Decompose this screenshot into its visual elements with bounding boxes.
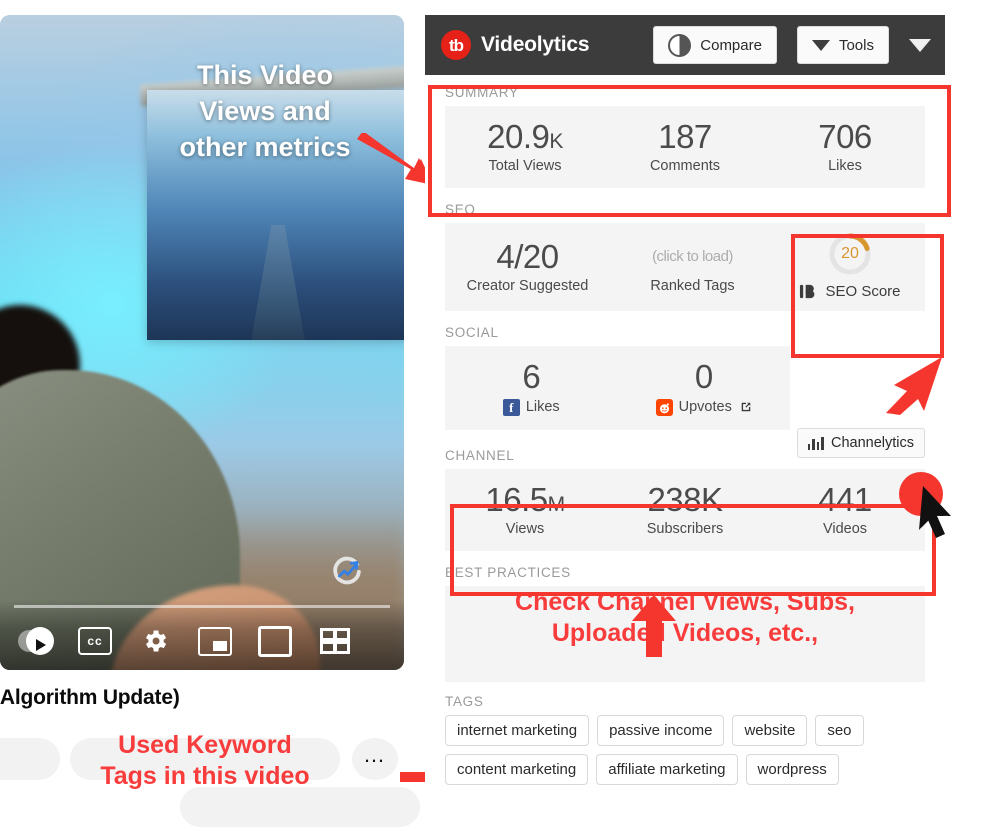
tags-section-label: TAGS — [445, 693, 484, 709]
compare-button[interactable]: Compare — [653, 26, 777, 64]
social-section-label: SOCIAL — [445, 325, 499, 341]
videolytics-panel: tb Videolytics Compare Tools SUMMARY 20.… — [425, 15, 945, 830]
annotation-this-video-views: This Video Views and other metrics — [179, 60, 351, 162]
stat-value: 238K — [647, 480, 723, 518]
stat-value: 6 — [522, 358, 541, 396]
screenshot-root: cc This Video Views and other metrics Al… — [0, 0, 1003, 830]
external-link-icon — [741, 402, 751, 412]
stat-comments: 187 Comments — [605, 118, 765, 174]
stat-ranked-tags[interactable]: (click to load) Ranked Tags — [610, 238, 775, 294]
youtube-column: cc This Video Views and other metrics Al… — [0, 0, 472, 830]
facebook-icon: f — [502, 398, 520, 416]
annotation-check-channel-stats: Check Channel Views, Subs, Uploaded Vide… — [515, 587, 855, 648]
stat-caption: Upvotes — [618, 398, 791, 416]
seo-score-gauge: 20 — [827, 231, 873, 277]
stat-caption: Total Views — [488, 158, 562, 175]
tag-chip[interactable]: wordpress — [745, 754, 839, 786]
stat-value: 441 — [818, 480, 872, 518]
fullscreen-button[interactable] — [318, 624, 352, 658]
dislike-button[interactable] — [0, 738, 60, 780]
captions-button[interactable]: cc — [78, 624, 112, 658]
summary-section-label: SUMMARY — [445, 85, 519, 100]
theater-icon — [258, 625, 292, 657]
stat-value: 4/20 — [496, 238, 559, 276]
seo-section: SEO 4/20 Creator Suggested (click to loa… — [425, 188, 945, 312]
stat-caption: Creator Suggested — [466, 278, 589, 295]
seo-section-label: SEO — [445, 202, 476, 218]
channel-stats: 16.5M Views 238K Subscribers 441 Videos — [445, 468, 925, 551]
autoplay-toggle[interactable] — [18, 624, 54, 658]
settings-button[interactable] — [138, 624, 172, 658]
fullscreen-icon — [320, 628, 350, 654]
video-controls: cc — [18, 624, 352, 658]
best-practices-section-label: BEST PRACTICES — [445, 564, 571, 580]
tags-list: internet marketing passive income website s… — [445, 714, 925, 786]
reddit-icon — [655, 398, 673, 416]
miniplayer-button[interactable] — [198, 624, 232, 658]
action-pill-secondary[interactable] — [180, 787, 420, 827]
stat-caption: Videos — [822, 520, 868, 537]
stat-likes: 706 Likes — [765, 118, 925, 174]
stat-channel-videos: 441 Videos — [765, 481, 925, 537]
tubebuddy-mini-icon — [800, 285, 815, 299]
tag-chip[interactable]: internet marketing — [445, 714, 590, 747]
stat-value: 706 — [818, 118, 872, 155]
seo-score-widget[interactable]: 20 SEO Score — [775, 223, 925, 312]
best-practices-section: BEST PRACTICES Check Channel Views, Subs… — [425, 551, 945, 682]
tag-chip[interactable]: passive income — [597, 714, 725, 747]
tag-chip[interactable]: content marketing — [445, 754, 589, 786]
seo-score-label-row: SEO Score — [799, 282, 901, 301]
stat-caption: Subscribers — [646, 520, 724, 537]
channel-watermark-icon — [333, 556, 361, 585]
chevron-down-icon — [811, 39, 830, 51]
gear-icon — [146, 630, 167, 652]
stat-value: (click to load) — [652, 248, 733, 266]
stat-value: 16.5M — [485, 480, 565, 518]
summary-stats: 20.9K Total Views 187 Comments 706 Likes — [445, 106, 925, 189]
stat-facebook-likes: 6 f Likes — [445, 358, 618, 416]
social-stats: 6 f Likes 0 Upvotes — [445, 346, 791, 430]
video-progress-bar[interactable] — [14, 605, 390, 608]
video-title: oogle Algorithm Update) — [0, 686, 180, 709]
stat-channel-subscribers: 238K Subscribers — [605, 481, 765, 537]
stat-creator-suggested: 4/20 Creator Suggested — [445, 238, 610, 294]
more-actions-button[interactable]: … — [352, 738, 398, 780]
tag-chip[interactable]: website — [732, 714, 808, 747]
seo-stats: 4/20 Creator Suggested (click to load) R… — [445, 223, 925, 312]
annotation-arrow-to-summary — [357, 133, 433, 185]
tags-section: TAGS internet marketing passive income web… — [425, 682, 945, 786]
social-section: SOCIAL 6 f Likes 0 Upvotes — [425, 311, 945, 430]
stat-caption: f Likes — [445, 398, 618, 416]
more-dots-icon: … — [363, 742, 387, 767]
tag-chip[interactable]: affiliate marketing — [596, 754, 738, 786]
stat-caption: Comments — [649, 158, 721, 175]
annotation-used-keyword-tags: Used Keyword Tags in this video — [100, 731, 310, 790]
tag-chip[interactable]: seo — [815, 714, 864, 747]
stat-caption: Ranked Tags — [650, 278, 735, 295]
seo-score-text: SEO Score — [825, 283, 901, 301]
miniplayer-icon — [198, 626, 232, 656]
stat-value: 187 — [658, 118, 712, 155]
contrast-icon — [668, 33, 692, 57]
panel-title: Videolytics — [481, 33, 590, 56]
tubebuddy-logo-icon: tb — [441, 30, 471, 60]
channelytics-button[interactable]: Channelytics — [796, 427, 925, 458]
tools-button[interactable]: Tools — [796, 26, 889, 64]
video-control-bar: cc — [0, 600, 404, 670]
stat-caption: Views — [505, 520, 545, 537]
videolytics-header: tb Videolytics Compare Tools — [425, 15, 945, 75]
summary-section: SUMMARY 20.9K Total Views 187 Comments 7… — [425, 75, 945, 189]
cc-icon: cc — [78, 627, 112, 655]
panel-collapse-chevron-icon[interactable] — [909, 38, 931, 52]
stat-total-views: 20.9K Total Views — [445, 118, 605, 174]
theater-button[interactable] — [258, 624, 292, 658]
bar-chart-icon — [807, 436, 824, 450]
channel-section: Channelytics CHANNEL 16.5M Views 238K Su… — [425, 427, 945, 551]
stat-caption: Likes — [828, 158, 862, 175]
stat-reddit-upvotes[interactable]: 0 Upvotes — [618, 358, 791, 416]
stat-value: 20.9K — [487, 118, 563, 155]
stat-channel-views: 16.5M Views — [445, 481, 605, 537]
seo-score-value: 20 — [841, 245, 859, 263]
stat-value: 0 — [694, 358, 713, 396]
